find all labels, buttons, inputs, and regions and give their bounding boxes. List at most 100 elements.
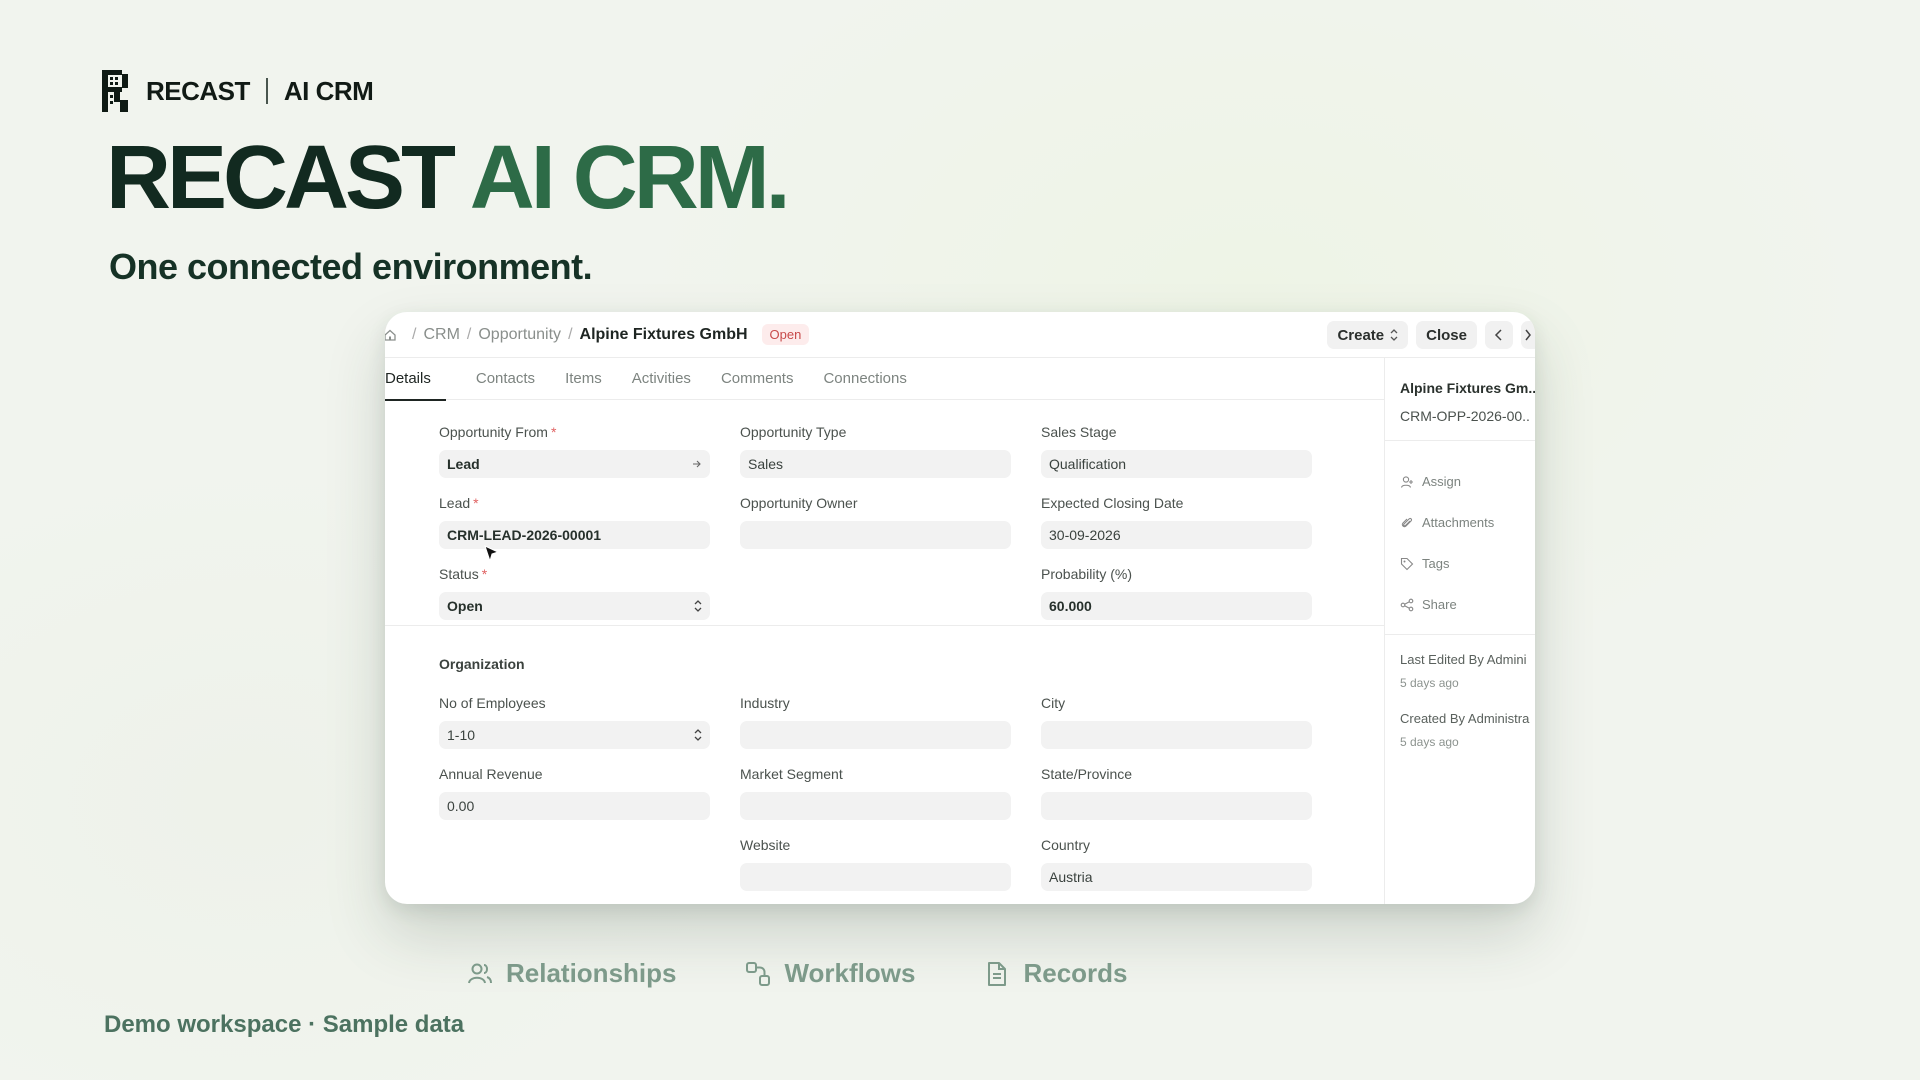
breadcrumb-separator: / bbox=[412, 325, 417, 343]
website-input[interactable] bbox=[740, 863, 1011, 891]
required-marker: * bbox=[473, 495, 479, 511]
label-text: Lead bbox=[439, 495, 471, 511]
last-edited-text: Last Edited By Admini bbox=[1400, 652, 1527, 667]
details-form: Opportunity From * Lead Opportunity Type … bbox=[385, 400, 1384, 904]
label-text: Probability (%) bbox=[1041, 566, 1133, 582]
chevron-right-icon bbox=[1525, 329, 1531, 341]
tab-connections[interactable]: Connections bbox=[808, 358, 921, 400]
updown-chevron-icon bbox=[694, 729, 702, 741]
brand-header: RECAST AI CRM bbox=[102, 70, 374, 112]
next-button[interactable] bbox=[1521, 321, 1535, 349]
status-select[interactable]: Open bbox=[439, 592, 710, 620]
sidebar-attachments-label: Attachments bbox=[1422, 515, 1495, 530]
label-text: Opportunity Type bbox=[740, 424, 847, 440]
label-text: City bbox=[1041, 695, 1066, 711]
label-text: Expected Closing Date bbox=[1041, 495, 1184, 511]
brand-divider bbox=[265, 78, 268, 104]
breadcrumb: / CRM / Opportunity / Alpine Fixtures Gm… bbox=[385, 324, 810, 345]
sidebar-tags[interactable]: Tags bbox=[1400, 556, 1449, 571]
required-marker: * bbox=[481, 566, 488, 582]
tab-contacts[interactable]: Contacts bbox=[446, 358, 550, 400]
tab-comments[interactable]: Comments bbox=[706, 358, 809, 400]
right-sidebar: Alpine Fixtures Gm.. CRM-OPP-2026-00.. A… bbox=[1384, 358, 1535, 904]
feature-workflows: Workflows bbox=[744, 958, 915, 989]
arrow-right-icon[interactable] bbox=[692, 459, 702, 469]
feature-row: Relationships Workflows Records bbox=[466, 958, 1128, 989]
updown-chevron-icon bbox=[1390, 329, 1398, 341]
market-segment-input[interactable] bbox=[740, 792, 1011, 820]
home-icon[interactable] bbox=[385, 328, 397, 342]
field-label: Status * bbox=[439, 566, 710, 586]
tag-icon bbox=[1400, 557, 1414, 570]
state-province-field: State/Province bbox=[1041, 766, 1312, 820]
sidebar-share[interactable]: Share bbox=[1400, 597, 1457, 612]
tab-details[interactable]: Details bbox=[385, 358, 446, 401]
tab-bar: Details Contacts Items Activities Commen… bbox=[385, 358, 1384, 401]
created-ago: 5 days ago bbox=[1400, 735, 1459, 749]
top-bar: / CRM / Opportunity / Alpine Fixtures Gm… bbox=[385, 312, 1535, 358]
probability-field: Probability (%) 60.000 bbox=[1041, 566, 1312, 620]
market-segment-field: Market Segment bbox=[740, 766, 1011, 820]
last-edited-info: Last Edited By Admini 5 days ago bbox=[1400, 652, 1526, 690]
paperclip-icon bbox=[1401, 517, 1413, 527]
sidebar-doc-id: CRM-OPP-2026-00.. bbox=[1400, 408, 1530, 424]
feature-relationships-label: Relationships bbox=[506, 958, 677, 988]
label-text: Status bbox=[439, 566, 479, 582]
state-province-input[interactable] bbox=[1041, 792, 1312, 820]
close-button[interactable]: Close bbox=[1416, 321, 1477, 349]
sidebar-divider bbox=[1385, 634, 1535, 635]
annual-revenue-input[interactable]: 0.00 bbox=[439, 792, 710, 820]
create-button[interactable]: Create bbox=[1327, 321, 1409, 349]
industry-field: Industry bbox=[740, 695, 1011, 749]
no-of-employees-select[interactable]: 1-10 bbox=[439, 721, 710, 749]
footer-note: Demo workspace · Sample data bbox=[104, 1011, 465, 1038]
sidebar-divider bbox=[1385, 440, 1535, 441]
tab-items[interactable]: Items bbox=[550, 358, 617, 400]
brand-name: RECAST bbox=[146, 75, 250, 106]
breadcrumb-opportunity[interactable]: Opportunity bbox=[478, 326, 561, 344]
label-text: Annual Revenue bbox=[439, 766, 543, 782]
label-text: Industry bbox=[740, 695, 790, 711]
previous-button[interactable] bbox=[1485, 321, 1513, 349]
breadcrumb-crm[interactable]: CRM bbox=[423, 326, 459, 344]
label-text: Sales Stage bbox=[1041, 424, 1117, 440]
status-badge: Open bbox=[761, 324, 810, 345]
opportunity-from-input[interactable]: Lead bbox=[439, 450, 710, 478]
industry-input[interactable] bbox=[740, 721, 1011, 749]
status-field: Status * Open bbox=[439, 566, 710, 620]
users-icon bbox=[468, 963, 492, 983]
opportunity-owner-field: Opportunity Owner bbox=[740, 495, 1011, 549]
sidebar-title: Alpine Fixtures Gm.. bbox=[1400, 380, 1535, 396]
lead-input[interactable]: CRM-LEAD-2026-00001 bbox=[439, 521, 710, 549]
expected-closing-date-input[interactable]: 30-09-2026 bbox=[1041, 521, 1312, 549]
tab-activities[interactable]: Activities bbox=[617, 358, 706, 400]
expected-closing-date-field: Expected Closing Date 30-09-2026 bbox=[1041, 495, 1312, 549]
mouse-cursor-icon bbox=[484, 545, 500, 563]
feature-relationships: Relationships bbox=[466, 958, 676, 989]
feature-workflows-label: Workflows bbox=[784, 958, 916, 988]
city-input[interactable] bbox=[1041, 721, 1312, 749]
breadcrumb-separator: / bbox=[466, 325, 472, 343]
label-text: Country bbox=[1041, 837, 1091, 853]
hero-subtitle: One connected environment. bbox=[109, 246, 593, 287]
probability-input[interactable]: 60.000 bbox=[1041, 592, 1312, 620]
create-button-label: Create bbox=[1337, 326, 1385, 344]
field-label: Opportunity From * bbox=[439, 424, 710, 444]
opportunity-type-input[interactable]: Sales bbox=[740, 450, 1011, 478]
country-field: Country Austria bbox=[1041, 837, 1312, 891]
sidebar-attachments[interactable]: Attachments bbox=[1400, 515, 1494, 530]
label-text: No of Employees bbox=[439, 695, 546, 711]
label-text: Website bbox=[740, 837, 791, 853]
breadcrumb-separator: / bbox=[568, 325, 573, 343]
country-input[interactable]: Austria bbox=[1041, 863, 1312, 891]
required-marker: * bbox=[550, 424, 557, 440]
sidebar-tags-label: Tags bbox=[1422, 556, 1450, 571]
updown-chevron-icon bbox=[694, 600, 702, 612]
field-label: Lead * bbox=[439, 495, 710, 515]
feature-records-label: Records bbox=[1023, 958, 1128, 988]
sales-stage-input[interactable]: Qualification bbox=[1041, 450, 1312, 478]
document-icon bbox=[988, 961, 1007, 986]
sidebar-assign[interactable]: Assign bbox=[1400, 474, 1461, 489]
user-icon bbox=[1400, 475, 1413, 488]
opportunity-owner-input[interactable] bbox=[740, 521, 1011, 549]
